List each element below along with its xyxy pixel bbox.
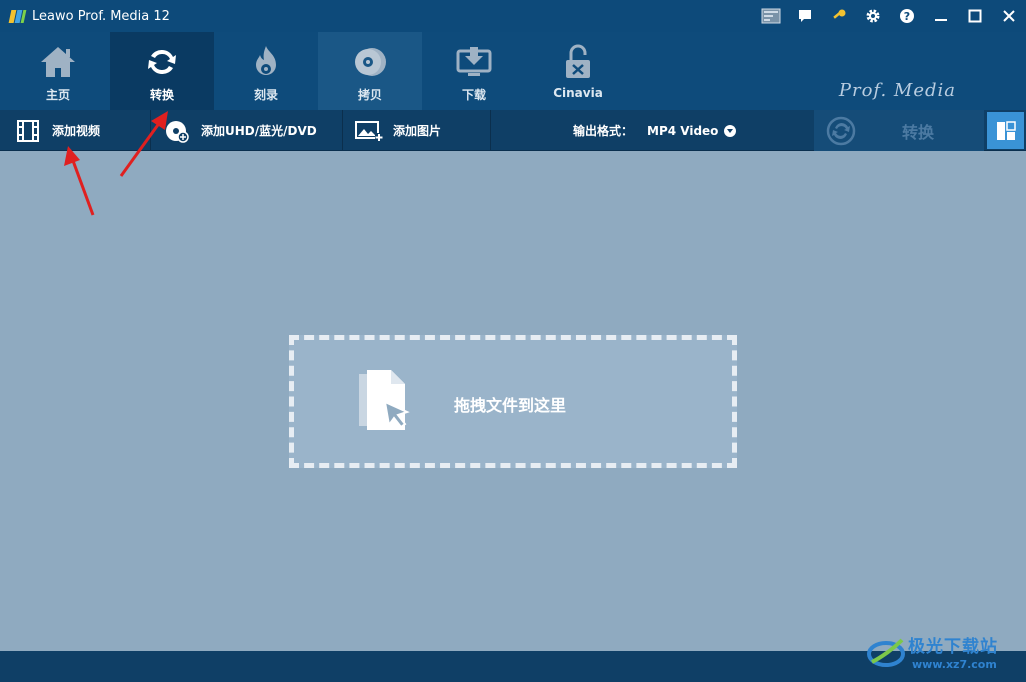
- annotation-arrows: [64, 111, 168, 216]
- watermark: 极光下载站 www.xz7.com: [864, 630, 1024, 680]
- annotation-arrow: [119, 111, 168, 177]
- watermark-url: www.xz7.com: [912, 658, 997, 671]
- annotation-arrow: [64, 146, 95, 216]
- watermark-title: 极光下载站: [908, 637, 998, 657]
- watermark-logo-icon: [867, 638, 905, 667]
